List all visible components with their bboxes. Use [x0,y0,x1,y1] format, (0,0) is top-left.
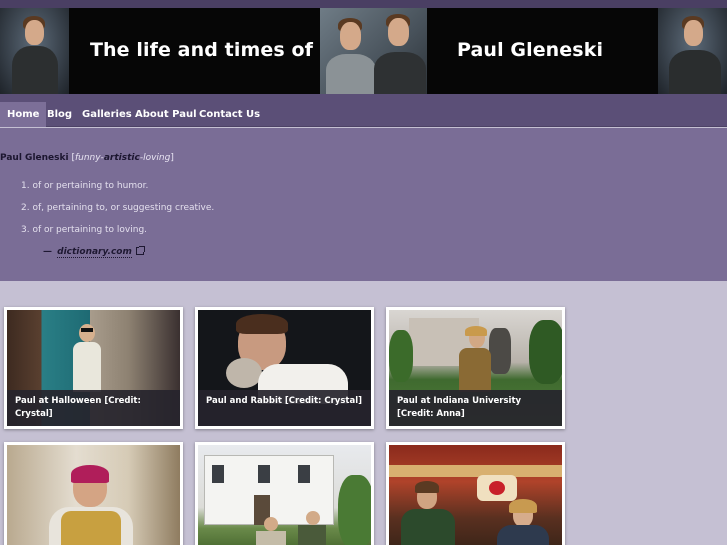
main-nav: Home Blog Galleries About Paul Contact U… [0,94,727,127]
definition-item: 1. of or pertaining to humor. [21,181,149,191]
definition-panel: Paul Gleneski [funny-artistic-loving] 1.… [0,128,727,281]
banner-photo-middle [320,8,427,94]
pron-funny: funny [74,153,101,163]
top-strip [0,0,727,8]
banner-title-left: The life and times of [90,39,313,61]
gallery-card[interactable] [386,442,565,545]
gallery-caption: Paul at Indiana University [Credit: Anna… [389,390,562,426]
gallery-caption: Paul and Rabbit [Credit: Crystal] [198,390,371,426]
external-link-icon[interactable] [135,246,145,255]
gallery-card[interactable] [4,442,183,545]
site-banner: The life and times of Paul Gleneski [0,8,727,94]
definition-word: Paul Gleneski [0,153,69,163]
definition-heading: Paul Gleneski [funny-artistic-loving] [0,153,174,163]
source-dash: — [43,247,52,257]
definition-item: 2. of, pertaining to, or suggesting crea… [21,203,215,213]
close-bracket: ] [170,153,174,163]
gallery-photo [389,445,562,545]
definition-list: 1. of or pertaining to humor. 2. of, per… [21,180,214,246]
gallery-card[interactable]: Paul at Halloween [Credit: Crystal] [4,307,183,429]
gallery-photo: Paul at Halloween [Credit: Crystal] [7,310,180,426]
gallery-card[interactable] [195,442,374,545]
nav-contact-us[interactable]: Contact Us [192,102,267,127]
banner-photo-right [658,8,727,94]
banner-title-right: Paul Gleneski [457,39,604,61]
gallery-photo: Paul at Indiana University [Credit: Anna… [389,310,562,426]
definition-source: — dictionary.com [43,246,145,258]
gallery-photo: Paul and Rabbit [Credit: Crystal] [198,310,371,426]
definition-item: 3. of or pertaining to loving. [21,225,148,235]
gallery-caption: Paul at Halloween [Credit: Crystal] [7,390,180,426]
pron-loving: loving [143,153,171,163]
gallery-card[interactable]: Paul at Indiana University [Credit: Anna… [386,307,565,429]
pron-artistic: artistic [103,153,140,163]
gallery-photo [7,445,180,545]
banner-photo-left [0,8,69,94]
gallery-card[interactable]: Paul and Rabbit [Credit: Crystal] [195,307,374,429]
source-link[interactable]: dictionary.com [57,247,132,258]
nav-blog[interactable]: Blog [40,102,79,127]
gallery-photo [198,445,371,545]
